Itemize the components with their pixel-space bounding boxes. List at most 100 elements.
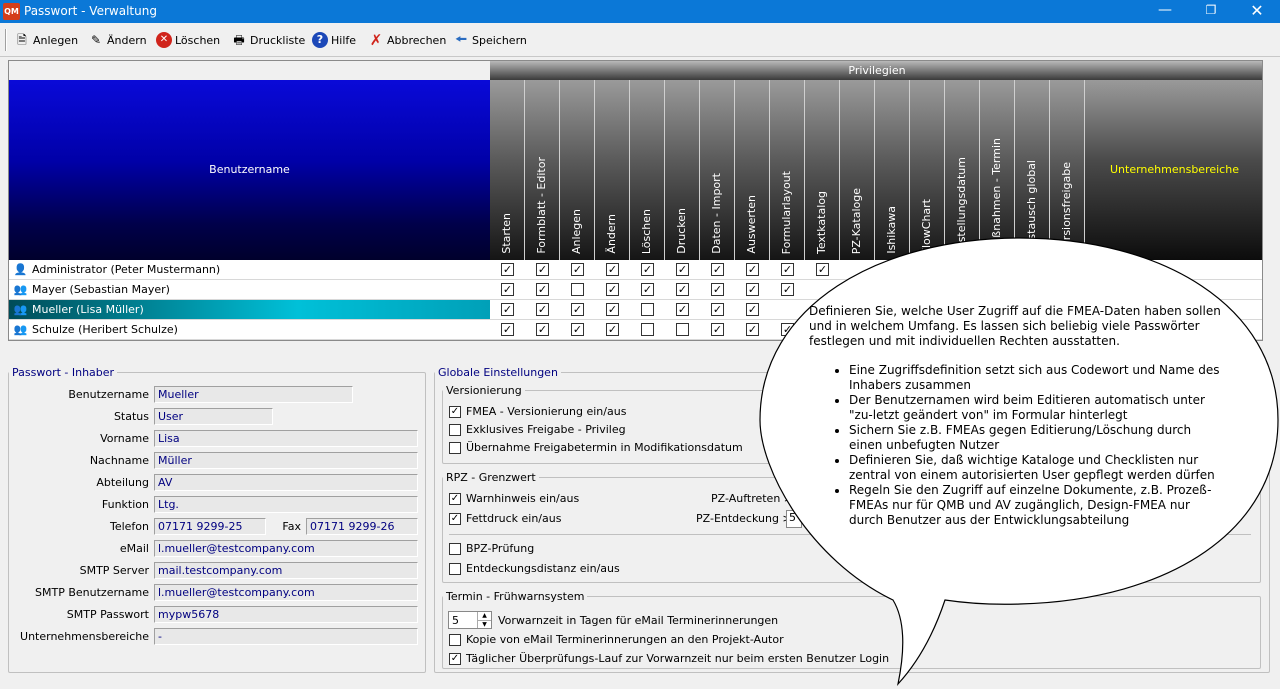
privilege-checkbox[interactable]: ✓ xyxy=(606,283,619,296)
balloon-bullet: Der Benutzernamen wird beim Editieren au… xyxy=(849,393,1221,423)
privilege-checkbox[interactable]: ✓ xyxy=(606,303,619,316)
privilege-column-label: Löschen xyxy=(640,208,653,254)
privilege-checkbox[interactable]: ✓ xyxy=(781,263,794,276)
checkbox-box xyxy=(449,562,461,575)
druckliste-button[interactable]: 🖶 Druckliste xyxy=(231,30,305,50)
privilege-checkbox[interactable]: ✓ xyxy=(606,323,619,336)
close-button[interactable]: ✕ xyxy=(1234,0,1280,23)
telefon-field[interactable]: 07171 9299-25 xyxy=(154,518,266,535)
privilege-checkbox[interactable]: ✓ xyxy=(711,323,724,336)
privilege-checkbox[interactable]: ✓ xyxy=(536,303,549,316)
privilege-checkbox[interactable]: ✓ xyxy=(536,323,549,336)
fmea-version-checkbox[interactable]: ✓ FMEA - Versionierung ein/aus xyxy=(449,405,626,418)
taeglich-checkbox[interactable]: ✓ Täglicher Überprüfungs-Lauf zur Vorwarn… xyxy=(449,652,889,665)
stepper-up-icon[interactable]: ▲ xyxy=(477,612,491,620)
privilege-column-header[interactable]: Textkatalog xyxy=(805,80,840,260)
kopie-checkbox[interactable]: Kopie von eMail Terminerinnerungen an de… xyxy=(449,633,784,646)
privilege-column-header[interactable]: PZ-Kataloge xyxy=(840,80,875,260)
abteilung-field[interactable]: AV xyxy=(154,474,418,491)
privilege-checkbox[interactable]: ✓ xyxy=(641,283,654,296)
funktion-field[interactable]: Ltg. xyxy=(154,496,418,513)
privilege-checkbox[interactable]: ✓ xyxy=(501,263,514,276)
privilege-checkbox[interactable]: ✓ xyxy=(746,263,759,276)
exklusiv-checkbox[interactable]: Exklusives Freigabe - Privileg xyxy=(449,423,626,436)
privilege-checkbox[interactable]: ✓ xyxy=(746,323,759,336)
vorname-field[interactable]: Lisa xyxy=(154,430,418,447)
privilege-column-header[interactable]: Daten - Import xyxy=(700,80,735,260)
balloon-intro: Definieren Sie, welche User Zugriff auf … xyxy=(809,304,1221,348)
table-row[interactable]: 👤 Administrator (Peter Mustermann) xyxy=(9,260,1262,280)
privilege-checkbox[interactable]: ✓ xyxy=(606,263,619,276)
privilege-checkbox[interactable]: ✓ xyxy=(571,303,584,316)
privilege-checkbox[interactable]: ✓ xyxy=(571,263,584,276)
aendern-button[interactable]: ✎ Ändern xyxy=(88,30,147,50)
table-row[interactable]: 👥 Mayer (Sebastian Mayer) xyxy=(9,280,1262,300)
privilege-column-header[interactable]: Formularlayout xyxy=(770,80,805,260)
privilege-column-header[interactable]: Ändern xyxy=(595,80,630,260)
privilege-checkbox[interactable]: ✓ xyxy=(781,323,794,336)
minimize-button[interactable]: — xyxy=(1142,0,1188,23)
privilege-checkbox[interactable]: ✓ xyxy=(501,303,514,316)
privilege-checkbox[interactable]: ✓ xyxy=(781,283,794,296)
email-field[interactable]: l.mueller@testcompany.com xyxy=(154,540,418,557)
pz-entdeckung-input[interactable]: 5 xyxy=(786,510,802,528)
vorwarnzeit-stepper[interactable]: 5 ▲ ▼ xyxy=(448,611,492,629)
username-column-header[interactable]: Benutzername xyxy=(9,80,490,260)
privilege-column-header[interactable]: Löschen xyxy=(630,80,665,260)
privilege-column-header[interactable]: FlowChart xyxy=(910,80,945,260)
loeschen-label: Löschen xyxy=(175,33,221,47)
abbrechen-button[interactable]: ✗ Abbrechen xyxy=(368,30,447,50)
entdeckungsdistanz-checkbox[interactable]: Entdeckungsdistanz ein/aus xyxy=(449,562,620,575)
privilege-checkbox[interactable] xyxy=(676,323,689,336)
privilege-column-label: FlowChart xyxy=(920,198,933,254)
fax-field[interactable]: 07171 9299-26 xyxy=(306,518,418,535)
privilege-column-header[interactable]: Austausch global xyxy=(1015,80,1050,260)
privilege-checkbox[interactable]: ✓ xyxy=(536,283,549,296)
privilege-checkbox[interactable]: ✓ xyxy=(746,303,759,316)
bpz-checkbox[interactable]: BPZ-Prüfung xyxy=(449,542,534,555)
smtp-password-field[interactable]: mypw5678 xyxy=(154,606,418,623)
anlegen-button[interactable]: 🗎 Anlegen xyxy=(14,30,78,50)
stepper-down-icon[interactable]: ▼ xyxy=(477,620,491,628)
privilege-column-header[interactable]: Ishikawa xyxy=(875,80,910,260)
privilege-checkbox[interactable]: ✓ xyxy=(501,323,514,336)
areas-column-header[interactable]: Unternehmensbereiche xyxy=(1085,80,1262,260)
privilege-checkbox[interactable]: ✓ xyxy=(711,303,724,316)
privilege-checkbox[interactable]: ✓ xyxy=(676,283,689,296)
benutzername-field[interactable]: Mueller xyxy=(154,386,353,403)
privilege-checkbox[interactable]: ✓ xyxy=(641,263,654,276)
privilege-column-header[interactable]: Anlegen xyxy=(560,80,595,260)
privilege-column-header[interactable]: Erstellungsdatum xyxy=(945,80,980,260)
uebernahme-checkbox[interactable]: Übernahme Freigabetermin in Modifikation… xyxy=(449,441,743,454)
warnhinweis-checkbox[interactable]: ✓ Warnhinweis ein/aus xyxy=(449,492,579,505)
privilege-column-header[interactable]: Formblatt - Editor xyxy=(525,80,560,260)
privilege-checkbox[interactable]: ✓ xyxy=(501,283,514,296)
privilege-checkbox[interactable] xyxy=(641,323,654,336)
privilege-column-header[interactable]: Versionsfreigabe xyxy=(1050,80,1085,260)
privilege-checkbox[interactable] xyxy=(571,283,584,296)
smtp-server-field[interactable]: mail.testcompany.com xyxy=(154,562,418,579)
privilege-checkbox[interactable]: ✓ xyxy=(711,283,724,296)
vorwarnzeit-value: 5 xyxy=(452,614,459,627)
privilege-column-header[interactable]: Drucken xyxy=(665,80,700,260)
privilege-column-header[interactable]: Starten xyxy=(490,80,525,260)
smtp-user-field[interactable]: l.mueller@testcompany.com xyxy=(154,584,418,601)
fettdruck-checkbox[interactable]: ✓ Fettdruck ein/aus xyxy=(449,512,561,525)
privilege-checkbox[interactable]: ✓ xyxy=(571,323,584,336)
hilfe-button[interactable]: ? Hilfe xyxy=(312,30,356,50)
status-field[interactable]: User xyxy=(154,408,273,425)
loeschen-button[interactable]: ✕ Löschen xyxy=(156,30,220,50)
privilege-checkbox[interactable]: ✓ xyxy=(711,263,724,276)
privilege-checkbox[interactable]: ✓ xyxy=(816,263,829,276)
privilege-checkbox[interactable]: ✓ xyxy=(536,263,549,276)
privilege-checkbox[interactable]: ✓ xyxy=(676,263,689,276)
privilege-checkbox[interactable]: ✓ xyxy=(676,303,689,316)
privilege-checkbox[interactable] xyxy=(641,303,654,316)
unternehmensbereiche-field[interactable]: - xyxy=(154,628,418,645)
nachname-field[interactable]: Müller xyxy=(154,452,418,469)
privilege-column-header[interactable]: Auswerten xyxy=(735,80,770,260)
privilege-checkbox[interactable]: ✓ xyxy=(746,283,759,296)
privilege-column-header[interactable]: Maßnahmen - Termin xyxy=(980,80,1015,260)
maximize-button[interactable]: ❐ xyxy=(1188,0,1234,23)
speichern-button[interactable]: 🠘 Speichern xyxy=(453,30,527,50)
